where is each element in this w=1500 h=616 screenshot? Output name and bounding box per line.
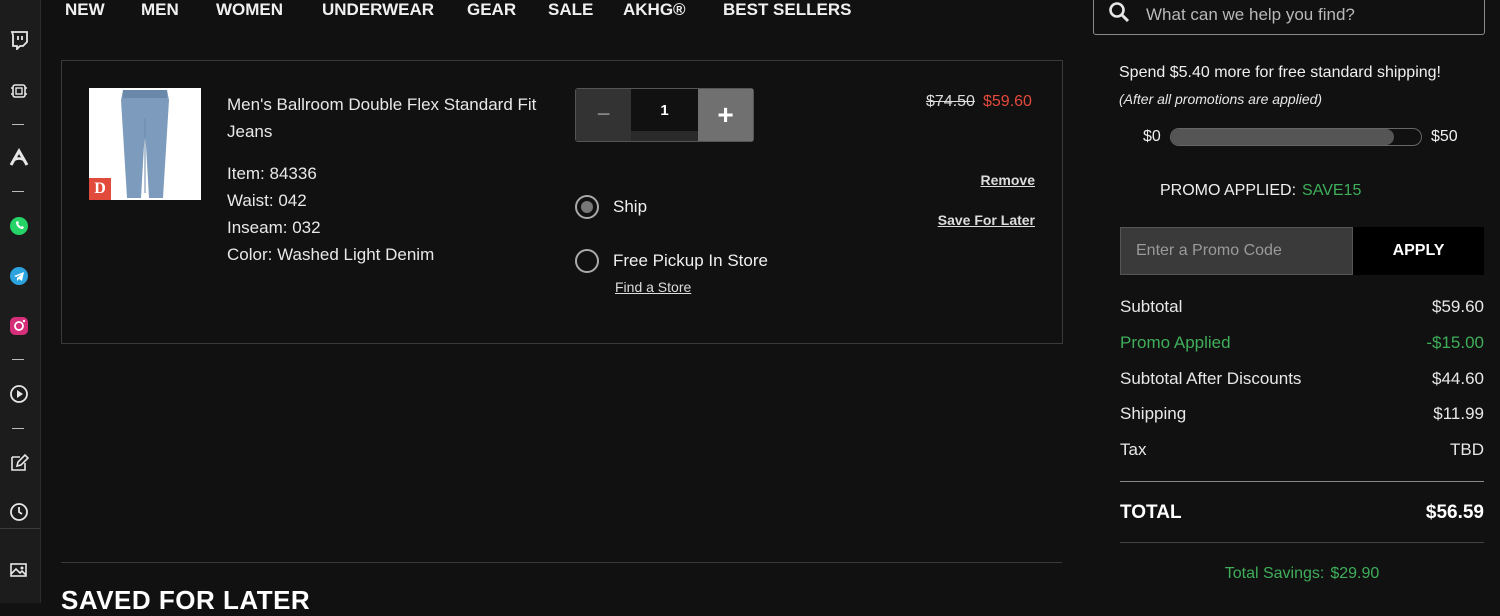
decrease-quantity-button[interactable]: −: [576, 89, 631, 141]
ship-radio[interactable]: [575, 195, 599, 219]
total-value: $56.59: [1425, 502, 1484, 523]
ship-label: Ship: [613, 197, 648, 216]
promo-discount-label: Promo Applied: [1120, 333, 1231, 352]
save-for-later-link[interactable]: Save For Later: [938, 212, 1035, 228]
nav-item-akhg[interactable]: AKHG®: [623, 0, 686, 20]
promo-discount-value: -$15.00: [1426, 333, 1484, 352]
nav-item-men[interactable]: MEN: [141, 0, 179, 20]
telegram-icon[interactable]: [8, 265, 30, 287]
nav-item-new[interactable]: NEW: [65, 0, 105, 20]
subtotal-value: $59.60: [1432, 297, 1484, 316]
total-row: TOTAL $56.59: [1120, 502, 1484, 524]
shipping-progress-bar: [1170, 128, 1422, 146]
search-box: [1093, 0, 1485, 35]
brand-badge: D: [89, 178, 111, 200]
rail-divider: [12, 359, 24, 360]
original-price: $74.50: [926, 93, 975, 110]
saved-for-later-heading: SAVED FOR LATER: [61, 585, 311, 615]
product-name[interactable]: Men's Ballroom Double Flex Standard Fit …: [227, 91, 557, 145]
shipping-label: Shipping: [1120, 404, 1187, 423]
remove-link[interactable]: Remove: [981, 172, 1035, 188]
nav-item-gear[interactable]: GEAR: [467, 0, 516, 20]
total-savings: Total Savings: $29.90: [1120, 565, 1484, 583]
rail-divider: [0, 528, 40, 529]
nav-item-underwear[interactable]: UNDERWEAR: [322, 0, 434, 20]
whatsapp-icon[interactable]: [8, 215, 30, 237]
product-color: Color: Washed Light Denim: [227, 245, 435, 264]
inseam-size: Inseam: 032: [227, 218, 321, 237]
progress-min-label: $0: [1143, 128, 1161, 145]
section-divider: [61, 562, 1062, 563]
subtotal-after-discounts-label: Subtotal After Discounts: [1120, 369, 1302, 388]
total-label: TOTAL: [1120, 502, 1182, 523]
summary-divider: [1120, 481, 1484, 482]
ship-option[interactable]: Ship: [575, 195, 647, 219]
instagram-icon[interactable]: [8, 315, 30, 337]
play-circle-icon[interactable]: [8, 383, 30, 405]
summary-divider: [1120, 542, 1484, 543]
search-input[interactable]: [1144, 3, 1468, 27]
waist-size: Waist: 042: [227, 191, 307, 210]
tax-value: TBD: [1450, 440, 1484, 459]
subtotal-after-discounts-value: $44.60: [1432, 369, 1484, 388]
nav-item-women[interactable]: WOMEN: [216, 0, 283, 20]
total-savings-value: $29.90: [1330, 565, 1380, 582]
free-shipping-note: (After all promotions are applied): [1119, 91, 1323, 107]
chip-icon[interactable]: [8, 80, 30, 102]
pickup-option[interactable]: Free Pickup In Store: [575, 249, 768, 273]
sale-price: $59.60: [983, 93, 1032, 110]
tax-row: Tax TBD: [1120, 440, 1484, 460]
pickup-radio[interactable]: [575, 249, 599, 273]
rail-divider: [12, 428, 24, 429]
quantity-value[interactable]: 1: [631, 89, 698, 135]
quantity-stepper: − 1 +: [575, 88, 754, 142]
history-icon[interactable]: [8, 501, 30, 523]
subtotal-label: Subtotal: [1120, 297, 1183, 316]
tax-label: Tax: [1120, 440, 1147, 459]
twitch-icon[interactable]: [8, 29, 30, 51]
nav-item-best-sellers[interactable]: BEST SELLERS: [723, 0, 851, 20]
edit-icon[interactable]: [8, 452, 30, 474]
app-sidebar: [0, 0, 41, 603]
subtotal-row: Subtotal $59.60: [1120, 297, 1484, 317]
subtotal-after-discounts-row: Subtotal After Discounts $44.60: [1120, 369, 1484, 389]
apply-promo-button[interactable]: APPLY: [1353, 227, 1484, 275]
arc-icon[interactable]: [8, 147, 30, 169]
total-savings-label: Total Savings:: [1224, 565, 1325, 582]
promo-applied-status: PROMO APPLIED: SAVE15: [1160, 182, 1361, 200]
promo-applied-label: PROMO APPLIED:: [1160, 182, 1297, 199]
find-store-link[interactable]: Find a Store: [615, 279, 691, 295]
rail-divider: [12, 124, 24, 125]
rail-divider: [12, 191, 24, 192]
shipping-value: $11.99: [1433, 404, 1484, 423]
product-attributes: Item: 84336 Waist: 042 Inseam: 032 Color…: [227, 160, 434, 268]
search-icon[interactable]: [1108, 1, 1130, 28]
nav-item-sale[interactable]: SALE: [548, 0, 593, 20]
shipping-progress-fill: [1171, 129, 1394, 145]
free-shipping-message: Spend $5.40 more for free standard shipp…: [1119, 64, 1441, 81]
cart-item: D Men's Ballroom Double Flex Standard Fi…: [61, 60, 1063, 344]
item-number: Item: 84336: [227, 164, 317, 183]
promo-code-input[interactable]: [1120, 227, 1353, 275]
shipping-row: Shipping $11.99: [1120, 404, 1484, 424]
pickup-label: Free Pickup In Store: [613, 251, 768, 270]
promo-code-value: SAVE15: [1302, 182, 1362, 199]
gallery-icon[interactable]: [8, 559, 30, 581]
promo-discount-row: Promo Applied -$15.00: [1120, 333, 1484, 353]
product-image[interactable]: D: [89, 88, 201, 200]
increase-quantity-button[interactable]: +: [698, 89, 753, 141]
progress-max-label: $50: [1431, 128, 1458, 145]
